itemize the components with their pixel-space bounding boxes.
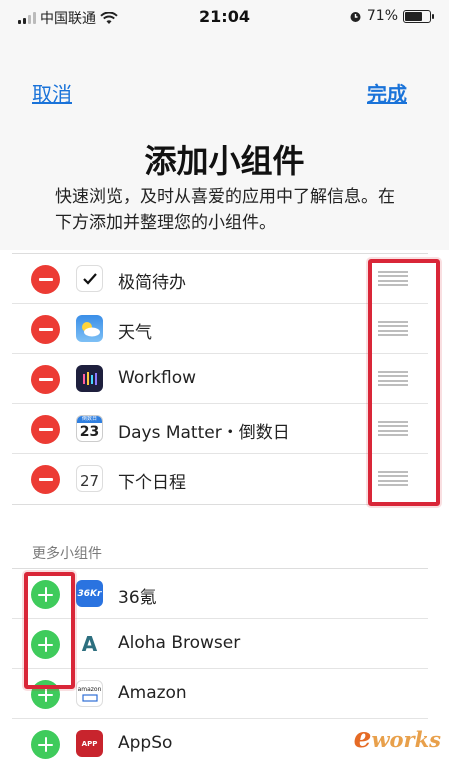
widget-row: A Aloha Browser <box>12 619 428 669</box>
icon-text: 36Kr <box>77 588 102 599</box>
page-description: 快速浏览，及时从喜爱的应用中了解信息。在下方添加并整理您的小组件。 <box>55 187 395 233</box>
remove-button[interactable] <box>31 315 60 344</box>
add-button[interactable] <box>31 680 60 709</box>
icon-text: amazon <box>77 686 102 693</box>
aloha-icon: A <box>76 630 103 657</box>
remove-button[interactable] <box>31 465 60 494</box>
widget-label: Aloha Browser <box>118 633 241 653</box>
reorder-handle-icon[interactable] <box>378 321 408 336</box>
remove-button[interactable] <box>31 265 60 294</box>
calendar-23-icon: 倒数日 23 <box>76 415 103 442</box>
widget-header: 取消 完成 添加小组件 快速浏览，及时从喜爱的应用中了解信息。在下方添加并整理您… <box>0 34 449 250</box>
amazon-icon: amazon <box>76 680 103 707</box>
remove-button[interactable] <box>31 415 60 444</box>
reorder-handle-icon[interactable] <box>378 471 408 486</box>
remove-button[interactable] <box>31 365 60 394</box>
calendar-27-icon: 27 <box>76 465 103 492</box>
add-button[interactable] <box>31 580 60 609</box>
done-button[interactable]: 完成 <box>367 78 407 107</box>
reorder-handle-icon[interactable] <box>378 421 408 436</box>
workflow-icon <box>76 365 103 392</box>
widget-label: 36氪 <box>118 588 157 608</box>
active-widgets-list: 极简待办 天气 Workflow 倒数日 23 Days Matter・倒数日 … <box>12 253 428 505</box>
checkmark-icon <box>76 265 103 292</box>
icon-text: A <box>81 631 98 656</box>
battery-percentage: 71% <box>366 8 398 24</box>
widget-row: 27 下个日程 <box>12 454 428 504</box>
widget-label: 下个日程 <box>118 473 186 493</box>
widget-label: AppSo <box>118 733 173 753</box>
widget-label: Amazon <box>118 683 187 703</box>
calendar-header: 倒数日 <box>77 416 102 423</box>
widget-label: 天气 <box>118 323 152 343</box>
battery-icon <box>403 9 434 23</box>
widget-label: Workflow <box>118 368 197 388</box>
widget-row: 极简待办 <box>12 254 428 304</box>
calendar-day: 27 <box>79 472 100 490</box>
alarm-icon <box>350 11 361 22</box>
cancel-button[interactable]: 取消 <box>32 78 72 107</box>
calendar-day: 23 <box>79 424 100 440</box>
appso-icon: APP <box>76 730 103 757</box>
widget-label: Days Matter・倒数日 <box>118 423 290 443</box>
widget-row: 天气 <box>12 304 428 354</box>
weather-icon <box>76 315 103 342</box>
add-button[interactable] <box>31 630 60 659</box>
widget-row: Workflow <box>12 354 428 404</box>
more-widgets-label: 更多小组件 <box>32 546 102 562</box>
widget-label: 极简待办 <box>118 273 186 293</box>
widget-row: amazon Amazon <box>12 669 428 719</box>
add-button[interactable] <box>31 730 60 759</box>
reorder-handle-icon[interactable] <box>378 371 408 386</box>
widget-row: 36Kr 36氪 <box>12 569 428 619</box>
36kr-icon: 36Kr <box>76 580 103 607</box>
widget-row: 倒数日 23 Days Matter・倒数日 <box>12 404 428 454</box>
icon-text: APP <box>81 739 98 748</box>
eworks-watermark: eworks <box>353 721 441 754</box>
status-bar: 中国联通 21:04 71% <box>0 0 449 34</box>
reorder-handle-icon[interactable] <box>378 271 408 286</box>
page-title: 添加小组件 <box>144 142 305 180</box>
